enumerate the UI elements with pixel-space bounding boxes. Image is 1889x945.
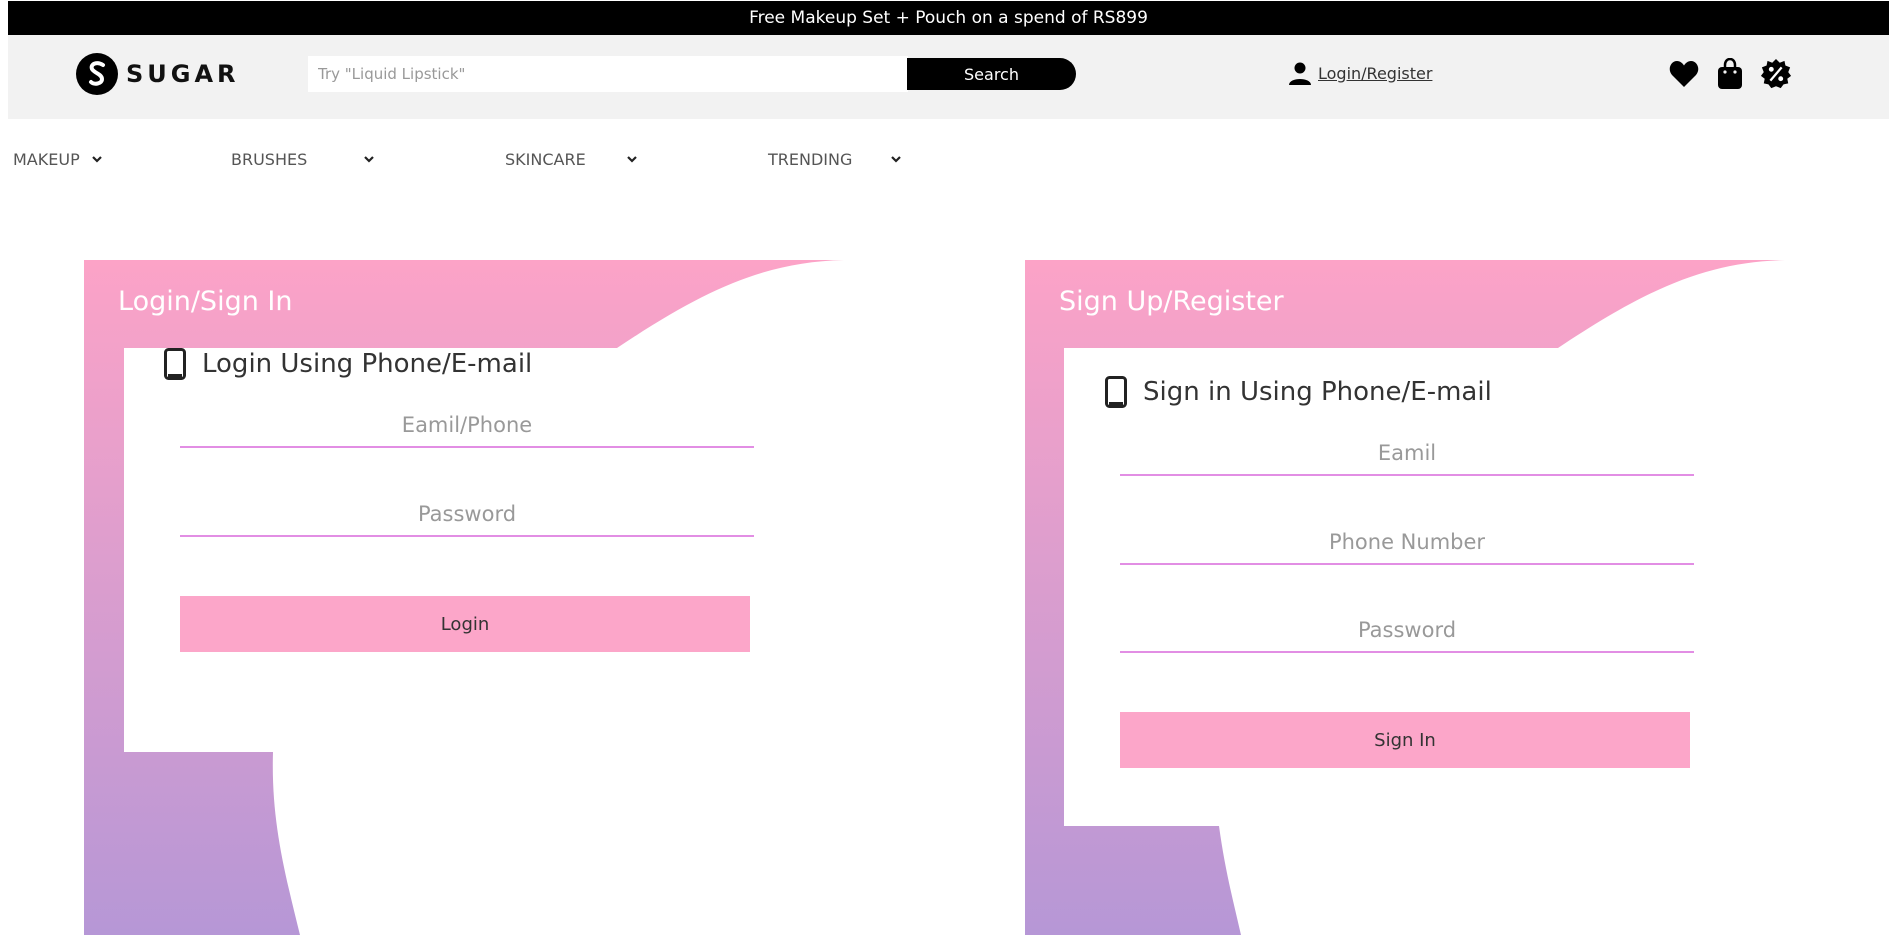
login-panel-title: Login/Sign In	[118, 286, 293, 317]
category-label: TRENDING	[768, 150, 853, 169]
chevron-down-icon	[364, 156, 374, 163]
login-register-link[interactable]: Login/Register	[1318, 64, 1432, 83]
password-field[interactable]	[180, 493, 754, 537]
signup-form-heading: Sign in Using Phone/E-mail	[1105, 376, 1492, 408]
login-heading-text: Login Using Phone/E-mail	[202, 349, 533, 379]
category-makeup[interactable]: MAKEUP	[13, 150, 102, 169]
signup-panel: Sign Up/Register Sign in Using Phone/E-m…	[1025, 260, 1785, 935]
phone-icon	[1105, 376, 1127, 408]
heart-icon[interactable]	[1668, 56, 1700, 92]
login-form: Login Using Phone/E-mail Login	[124, 348, 844, 752]
signup-heading-text: Sign in Using Phone/E-mail	[1143, 377, 1492, 407]
signup-password-field[interactable]	[1120, 609, 1694, 653]
bag-icon[interactable]	[1714, 56, 1746, 92]
email-phone-field[interactable]	[180, 404, 754, 448]
category-label: MAKEUP	[13, 150, 80, 169]
offer-badge-icon[interactable]	[1760, 56, 1792, 92]
chevron-down-icon	[92, 156, 102, 163]
phone-number-field[interactable]	[1120, 521, 1694, 565]
chevron-down-icon	[627, 156, 637, 163]
announcement-bar: Free Makeup Set + Pouch on a spend of RS…	[8, 1, 1889, 35]
category-trending[interactable]: TRENDING	[768, 150, 901, 169]
search-input[interactable]	[308, 56, 908, 92]
user-icon	[1289, 62, 1311, 85]
signup-panel-title: Sign Up/Register	[1059, 286, 1284, 317]
category-label: SKINCARE	[505, 150, 586, 169]
brand-name: SUGAR	[126, 60, 240, 88]
logo-mark-icon	[76, 53, 118, 95]
announcement-text: Free Makeup Set + Pouch on a spend of RS…	[749, 8, 1148, 28]
chevron-down-icon	[891, 156, 901, 163]
account-area[interactable]: Login/Register	[1288, 61, 1432, 85]
category-brushes[interactable]: BRUSHES	[231, 150, 374, 169]
search-button[interactable]: Search	[907, 58, 1076, 90]
phone-icon	[164, 348, 186, 380]
category-skincare[interactable]: SKINCARE	[505, 150, 637, 169]
sign-in-button[interactable]: Sign In	[1120, 712, 1690, 768]
brand-logo[interactable]: SUGAR	[76, 53, 240, 95]
login-form-heading: Login Using Phone/E-mail	[164, 348, 532, 380]
site-header: SUGAR Search Login/Register	[8, 35, 1889, 119]
category-label: BRUSHES	[231, 150, 308, 169]
email-field[interactable]	[1120, 432, 1694, 476]
login-panel: Login/Sign In Login Using Phone/E-mail L…	[84, 260, 844, 935]
login-button[interactable]: Login	[180, 596, 750, 652]
signup-form: Sign in Using Phone/E-mail Sign In	[1064, 348, 1785, 826]
